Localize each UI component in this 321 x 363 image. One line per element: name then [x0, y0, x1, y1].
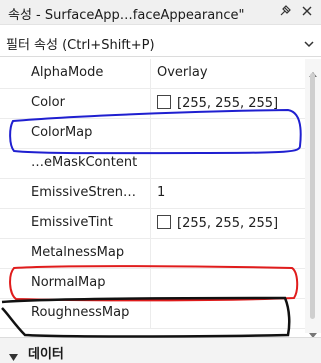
category-label: 데이터	[28, 347, 64, 362]
column-divider	[150, 209, 151, 239]
property-row-metalnessmap[interactable]: MetalnessMap	[0, 239, 305, 269]
property-name: EmissiveStren…	[31, 185, 136, 200]
property-name: RoughnessMap	[31, 305, 130, 320]
pin-icon[interactable]	[275, 1, 295, 21]
property-name: AlphaMode	[31, 65, 104, 80]
property-row-emissivemaskcontent[interactable]: …eMaskContent	[0, 149, 305, 179]
filter-properties-input[interactable]: 필터 속성 (Ctrl+Shift+P)	[0, 27, 321, 57]
title-bar: 속성 - SurfaceApp…faceAppearance"	[0, 0, 321, 25]
property-name: NormalMap	[31, 275, 106, 290]
property-row-color[interactable]: Color [255, 255, 255]	[0, 89, 305, 119]
column-divider	[150, 89, 151, 119]
column-divider	[150, 119, 151, 149]
column-divider	[150, 299, 151, 329]
column-divider	[150, 59, 151, 89]
vertical-scrollbar[interactable]	[305, 59, 321, 338]
column-divider	[150, 149, 151, 179]
window-title: 속성 - SurfaceApp…faceAppearance"	[8, 8, 245, 23]
property-value[interactable]: Overlay	[157, 65, 208, 80]
property-value-color[interactable]: [255, 255, 255]	[157, 95, 278, 111]
property-value[interactable]: 1	[157, 185, 165, 200]
filter-placeholder: 필터 속성 (Ctrl+Shift+P)	[6, 38, 155, 53]
column-divider	[150, 239, 151, 269]
property-name: ColorMap	[31, 125, 93, 140]
chevron-down-icon[interactable]	[303, 35, 315, 54]
property-row-emissivestrength[interactable]: EmissiveStren… 1	[0, 179, 305, 209]
color-swatch[interactable]	[157, 215, 171, 229]
color-value-text: [255, 255, 255]	[177, 216, 279, 231]
property-row-colormap[interactable]: ColorMap	[0, 119, 305, 149]
property-name: MetalnessMap	[31, 245, 125, 260]
properties-window: 속성 - SurfaceApp…faceAppearance" 필터 속성 (C…	[0, 0, 321, 363]
property-grid: AlphaMode Overlay Color [255, 255, 255] …	[0, 59, 305, 333]
property-name: EmissiveTint	[31, 215, 113, 230]
property-value-color[interactable]: [255, 255, 255]	[157, 215, 278, 231]
scrollbar-thumb[interactable]	[310, 73, 315, 319]
property-row-normalmap[interactable]: NormalMap	[0, 269, 305, 299]
close-icon[interactable]	[297, 1, 317, 21]
column-divider	[150, 179, 151, 209]
category-data[interactable]: 데이터	[0, 337, 321, 363]
property-name: Color	[31, 95, 65, 110]
property-name: …eMaskContent	[31, 155, 138, 170]
color-swatch[interactable]	[157, 95, 171, 109]
property-row-roughnessmap[interactable]: RoughnessMap	[0, 299, 305, 329]
triangle-down-icon[interactable]	[9, 346, 18, 363]
color-value-text: [255, 255, 255]	[177, 96, 279, 111]
column-divider	[150, 269, 151, 299]
property-row-alphamode[interactable]: AlphaMode Overlay	[0, 59, 305, 89]
property-row-emissivetint[interactable]: EmissiveTint [255, 255, 255]	[0, 209, 305, 239]
